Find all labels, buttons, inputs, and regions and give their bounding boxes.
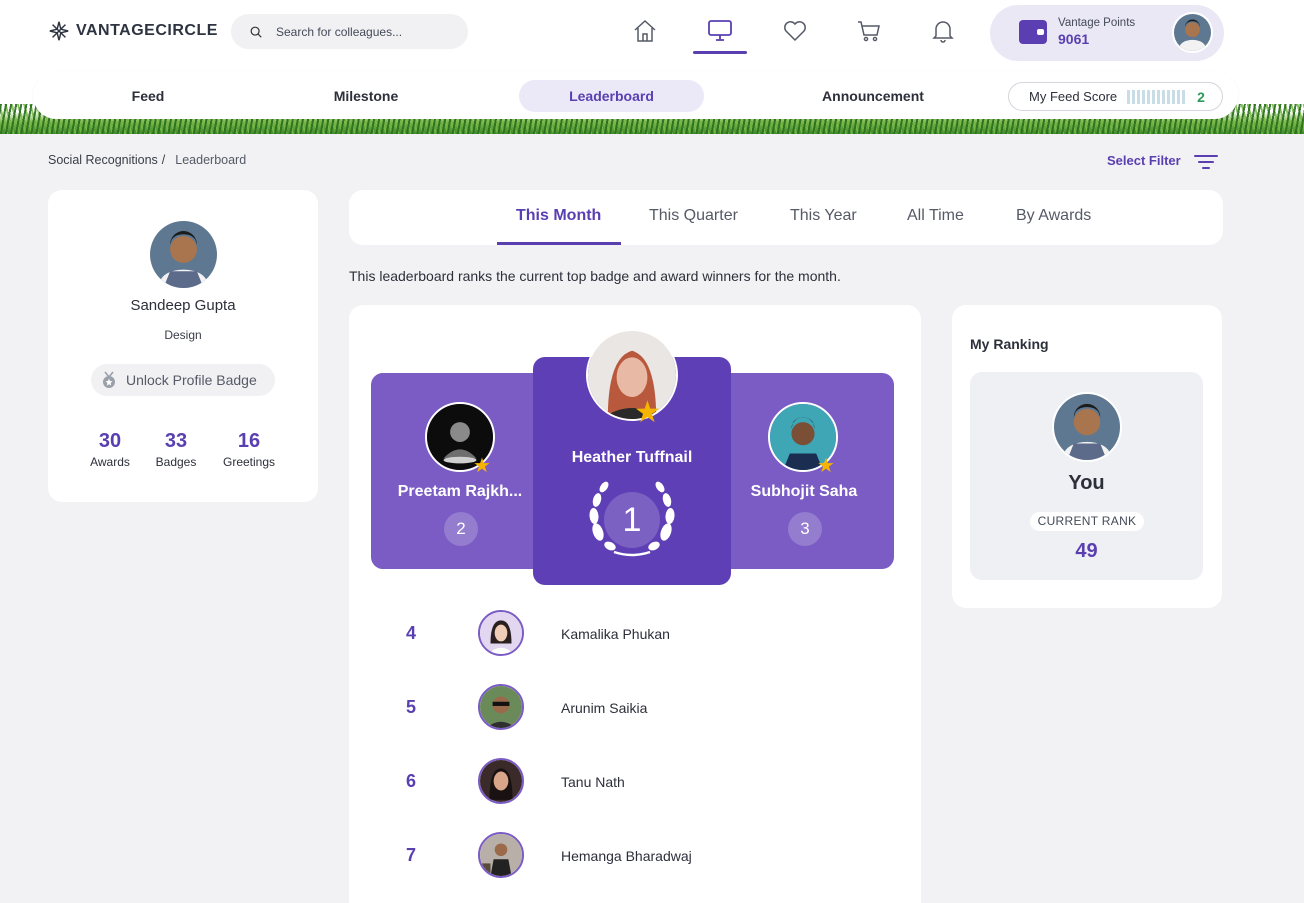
stat-value: 33 <box>164 430 188 452</box>
vantage-points-label: Vantage Points <box>1058 17 1136 29</box>
tab-this-month[interactable]: This Month <box>516 207 601 225</box>
home-icon[interactable] <box>632 18 658 44</box>
brand-name: VANTAGECIRCLE <box>76 22 218 39</box>
podium-first-name: Heather Tuffnail <box>571 449 693 466</box>
row-avatar[interactable] <box>478 758 524 804</box>
profile-name: Sandeep Gupta <box>130 297 236 314</box>
breadcrumb-root[interactable]: Social Recognitions <box>48 153 158 167</box>
row-avatar[interactable] <box>478 832 524 878</box>
podium-second-name: Preetam Rajkh... <box>397 483 523 500</box>
row-rank: 6 <box>405 771 416 791</box>
row-name: Kamalika Phukan <box>561 626 670 642</box>
heart-icon[interactable] <box>782 18 808 44</box>
my-ranking-title: My Ranking <box>970 336 1049 352</box>
current-rank-value: 49 <box>1075 540 1098 562</box>
desktop-icon[interactable] <box>707 18 733 44</box>
profile-avatar[interactable] <box>150 221 217 288</box>
user-avatar[interactable] <box>1172 12 1213 53</box>
tab-leaderboard[interactable]: Leaderboard <box>519 80 704 112</box>
row-avatar[interactable] <box>478 610 524 656</box>
leaderboard-description: This leaderboard ranks the current top b… <box>349 268 841 284</box>
row-rank: 5 <box>405 697 416 717</box>
unlock-label: Unlock Profile Badge <box>126 372 257 388</box>
search-icon <box>250 26 262 38</box>
breadcrumb-current: Leaderboard <box>175 153 247 167</box>
breadcrumb: Social Recognitions / Leaderboard <box>48 153 246 167</box>
star-icon: ★ <box>817 455 835 477</box>
wallet-icon <box>1019 20 1047 44</box>
cart-icon[interactable] <box>856 18 882 44</box>
breadcrumb-separator: / <box>161 153 166 167</box>
feed-score[interactable]: My Feed Score 2 <box>1008 82 1223 111</box>
row-name: Hemanga Bharadwaj <box>561 848 692 864</box>
stat-label: Awards <box>90 455 130 469</box>
tab-feed[interactable]: Feed <box>88 80 208 112</box>
tab-this-quarter[interactable]: This Quarter <box>649 207 738 225</box>
row-rank: 7 <box>405 845 416 865</box>
stat-greetings[interactable]: 16 Greetings <box>218 430 280 469</box>
stat-awards[interactable]: 30 Awards <box>86 430 134 469</box>
podium-first-rank: 1 <box>604 492 660 548</box>
stat-value: 16 <box>237 430 261 452</box>
star-icon: ★ <box>634 396 661 429</box>
tab-all-time[interactable]: All Time <box>907 207 964 225</box>
unlock-profile-badge-button[interactable]: Unlock Profile Badge <box>91 364 275 396</box>
search-input[interactable] <box>276 24 446 39</box>
my-ranking-avatar[interactable] <box>1052 392 1122 462</box>
bell-icon[interactable] <box>930 18 956 44</box>
stat-label: Greetings <box>222 455 276 469</box>
row-name: Tanu Nath <box>561 774 625 790</box>
feed-score-bar <box>1127 89 1186 104</box>
vantage-points-value: 9061 <box>1058 31 1090 47</box>
tab-milestone[interactable]: Milestone <box>306 80 426 112</box>
period-tabs <box>349 190 1223 245</box>
feed-score-label: My Feed Score <box>1029 89 1118 104</box>
current-rank-label: CURRENT RANK <box>1030 512 1144 531</box>
select-filter-button[interactable]: Select Filter <box>1107 153 1181 168</box>
row-avatar[interactable] <box>478 684 524 730</box>
tab-by-awards[interactable]: By Awards <box>1016 207 1091 225</box>
filter-icon[interactable] <box>1194 154 1218 170</box>
active-nav-indicator <box>693 51 747 54</box>
podium-first-avatar[interactable] <box>586 329 678 421</box>
tab-this-year[interactable]: This Year <box>790 207 857 225</box>
feed-score-value: 2 <box>1197 88 1205 105</box>
tab-announcement[interactable]: Announcement <box>808 80 938 112</box>
stat-label: Badges <box>155 455 197 469</box>
vantage-circle-logo[interactable]: VANTAGECIRCLE <box>48 20 218 42</box>
active-tab-indicator <box>497 242 621 245</box>
podium-third-rank: 3 <box>788 512 822 546</box>
star-icon: ★ <box>473 455 491 477</box>
stat-badges[interactable]: 33 Badges <box>150 430 202 469</box>
podium-third-name: Subhojit Saha <box>750 483 858 500</box>
profile-department: Design <box>164 328 202 342</box>
logo-mark-icon <box>49 21 69 41</box>
stat-value: 30 <box>98 430 122 452</box>
my-ranking-you: You <box>1068 472 1105 494</box>
search-bar[interactable] <box>231 14 468 49</box>
podium-second-rank: 2 <box>444 512 478 546</box>
badge-icon <box>103 371 115 388</box>
row-rank: 4 <box>405 623 416 643</box>
row-name: Arunim Saikia <box>561 700 648 716</box>
